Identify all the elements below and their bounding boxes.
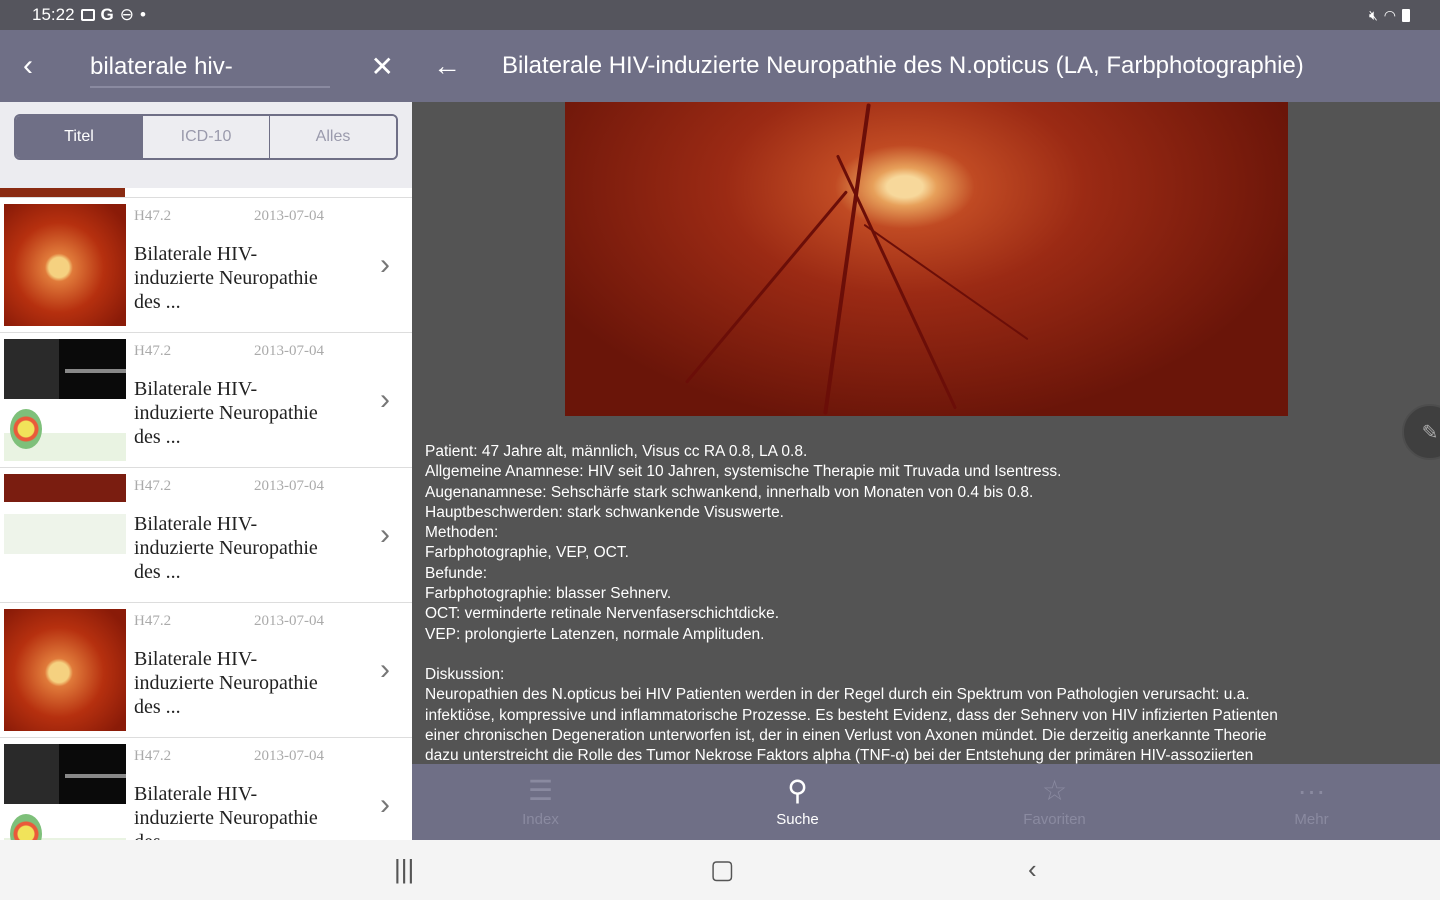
result-thumbnail: [4, 339, 126, 461]
result-code: H47.2: [134, 343, 172, 359]
description-line: infektiöse, kompressive und inflammatori…: [425, 706, 1278, 724]
list-item[interactable]: H47.2 2013-07-04 Bilaterale HIV-induzier…: [0, 468, 412, 603]
nav-mehr-label: Mehr: [1294, 810, 1329, 828]
description-line: Hauptbeschwerden: stark schwankende Visu…: [425, 503, 784, 521]
fundus-image[interactable]: [565, 102, 1288, 416]
description-line: Methoden:: [425, 524, 499, 542]
result-title: Bilaterale HIV-induzierte Neuropathie de…: [134, 513, 318, 583]
nav-favoriten[interactable]: ☆ Favoriten: [926, 764, 1183, 840]
image-icon: [80, 9, 95, 21]
google-icon: G: [100, 5, 114, 24]
nav-suche[interactable]: ⚲ Suche: [669, 764, 926, 840]
description-line: Farbphotographie: blasser Sehnerv.: [425, 585, 672, 603]
list-item[interactable]: H47.2 2013-07-04 Bilaterale HIV-induzier…: [0, 198, 412, 333]
result-code: H47.2: [134, 613, 172, 629]
result-title: Bilaterale HIV-induzierte Neuropathie de…: [134, 243, 318, 313]
detail-pane: ← Bilaterale HIV-induzierte Neuropathie …: [412, 30, 1440, 840]
wifi-icon: ◠: [1383, 6, 1396, 23]
arrow-left-icon: ←: [433, 50, 461, 81]
result-date: 2013-07-04: [254, 208, 324, 224]
description-line: Patient: 47 Jahre alt, männlich, Visus c…: [425, 443, 808, 460]
star-icon: ☆: [1041, 774, 1068, 806]
blocked-icon: ⊖: [119, 5, 135, 24]
chevron-right-icon: ›: [380, 653, 390, 686]
home-icon[interactable]: ▢: [710, 854, 735, 885]
recent-apps-icon[interactable]: |||: [394, 854, 414, 885]
status-time: 15:22: [32, 5, 75, 24]
result-code: H47.2: [134, 208, 172, 224]
status-bar: 15:22 G ⊖ • 🔇︎ ◠: [0, 0, 1440, 30]
pencil-icon: ✎: [1421, 421, 1439, 444]
chevron-right-icon: ›: [380, 383, 390, 416]
nav-mehr[interactable]: ··· Mehr: [1183, 764, 1440, 840]
nav-suche-label: Suche: [776, 810, 819, 828]
search-bar: ‹ ✕: [0, 30, 412, 102]
list-item[interactable]: H47.2 2013-07-04 Bilaterale HIV-induzier…: [0, 603, 412, 738]
bottom-navigation: ☰ Index ⚲ Suche ☆ Favoriten ··· Mehr: [412, 764, 1440, 840]
dot-icon: •: [140, 5, 146, 24]
status-bar-left: 15:22 G ⊖ •: [0, 0, 412, 30]
status-bar-right: 🔇︎ ◠: [412, 0, 1440, 30]
result-code: H47.2: [134, 478, 172, 494]
case-description: Patient: 47 Jahre alt, männlich, Visus c…: [425, 442, 1425, 766]
chevron-right-icon: ›: [380, 518, 390, 551]
result-date: 2013-07-04: [254, 613, 324, 629]
description-line: OCT: verminderte retinale Nervenfasersch…: [425, 605, 780, 623]
result-code: H47.2: [134, 748, 172, 764]
description-line: Neuropathien des N.opticus bei HIV Patie…: [425, 686, 1250, 704]
mute-icon: 🔇︎: [1368, 6, 1378, 23]
description-line: Farbphotographie, VEP, OCT.: [425, 544, 629, 562]
list-icon: ☰: [527, 774, 554, 806]
result-thumbnail: [4, 609, 126, 731]
description-line: Befunde:: [425, 564, 488, 582]
result-date: 2013-07-04: [254, 748, 324, 764]
description-line: einer chronischen Degeneration unterworf…: [425, 726, 1267, 744]
description-line: Allgemeine Anamnese: HIV seit 10 Jahren,…: [425, 463, 1062, 481]
more-icon: ···: [1297, 774, 1326, 806]
battery-icon: [1402, 8, 1410, 22]
description-line: Diskussion:: [425, 665, 505, 683]
chevron-right-icon: ›: [380, 788, 390, 821]
result-title: Bilaterale HIV-induzierte Neuropathie de…: [134, 783, 318, 840]
system-back-icon[interactable]: ‹: [1028, 854, 1037, 885]
filter-segment-wrapper: Titel ICD-10 Alles: [0, 102, 412, 188]
chevron-left-icon: ‹: [23, 49, 33, 82]
nav-index-label: Index: [522, 810, 559, 828]
detail-header: ← Bilaterale HIV-induzierte Neuropathie …: [412, 30, 1440, 102]
search-icon: ⚲: [787, 774, 808, 806]
nav-favoriten-label: Favoriten: [1023, 810, 1086, 828]
close-icon: ✕: [370, 51, 394, 82]
detail-back-button[interactable]: ←: [412, 50, 482, 82]
filter-segment: Titel ICD-10 Alles: [14, 114, 398, 160]
result-thumbnail: [4, 744, 126, 840]
nav-index[interactable]: ☰ Index: [412, 764, 669, 840]
result-date: 2013-07-04: [254, 343, 324, 359]
back-button[interactable]: ‹: [0, 30, 56, 102]
description-line: Augenanamnese: Sehschärfe stark schwanke…: [425, 483, 1034, 501]
result-thumbnail: [4, 204, 126, 326]
system-navigation-bar: ||| ▢ ‹: [0, 840, 1440, 900]
chevron-right-icon: ›: [380, 248, 390, 281]
list-item-partial: [0, 188, 412, 198]
list-item[interactable]: H47.2 2013-07-04 Bilaterale HIV-induzier…: [0, 738, 412, 840]
description-line: VEP: prolongierte Latenzen, normale Ampl…: [425, 625, 765, 643]
result-title: Bilaterale HIV-induzierte Neuropathie de…: [134, 648, 318, 718]
search-input[interactable]: [90, 48, 330, 88]
filter-tab-alles[interactable]: Alles: [270, 116, 396, 158]
filter-tab-icd10[interactable]: ICD-10: [143, 116, 270, 158]
result-thumbnail: [4, 474, 126, 596]
result-date: 2013-07-04: [254, 478, 324, 494]
description-line: [425, 645, 1425, 665]
clear-search-button[interactable]: ✕: [371, 50, 394, 83]
filter-tab-titel[interactable]: Titel: [16, 116, 143, 158]
list-item[interactable]: H47.2 2013-07-04 Bilaterale HIV-induzier…: [0, 333, 412, 468]
search-results-pane: ‹ ✕ Titel ICD-10 Alles H47.2 2013-07-04 …: [0, 30, 412, 840]
result-title: Bilaterale HIV-induzierte Neuropathie de…: [134, 378, 318, 448]
detail-title: Bilaterale HIV-induzierte Neuropathie de…: [502, 52, 1304, 79]
